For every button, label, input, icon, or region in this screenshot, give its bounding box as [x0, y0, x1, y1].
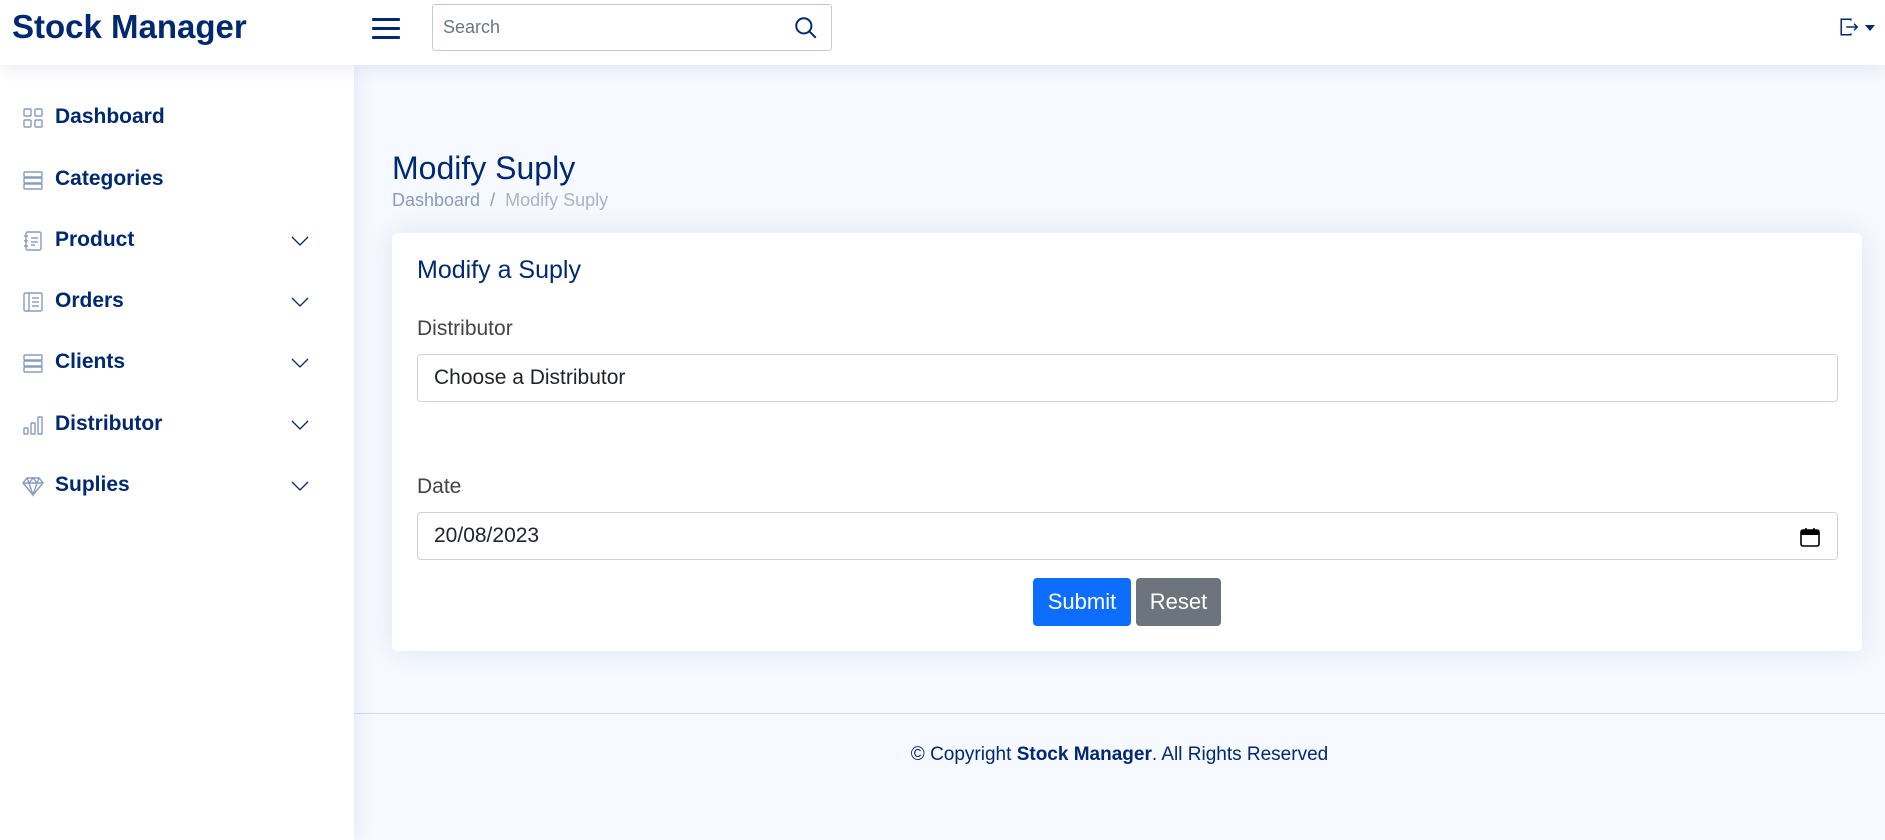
logout-icon: [1840, 18, 1859, 36]
top-header: Stock Manager: [0, 0, 1885, 65]
page-title: Modify Suply: [392, 150, 576, 186]
sidebar-item-distributor[interactable]: Distributor: [12, 401, 322, 447]
sidebar: Dashboard Categories Product Orders Clie…: [0, 65, 354, 840]
sidebar-item-categories[interactable]: Categories: [12, 156, 322, 202]
distributor-label: Distributor: [417, 317, 513, 340]
distributor-select[interactable]: Choose a Distributor: [417, 354, 1838, 402]
footer: © Copyright Stock Manager. All Rights Re…: [354, 713, 1885, 840]
journal-text-icon: [24, 231, 42, 251]
sidebar-item-label: Dashboard: [55, 105, 165, 128]
sidebar-item-label: Product: [55, 228, 135, 251]
chevron-down-icon: [291, 420, 309, 430]
account-dropdown[interactable]: [1838, 16, 1878, 40]
date-value: 20/08/2023: [434, 524, 540, 547]
breadcrumb-current: Modify Suply: [505, 190, 609, 210]
sidebar-item-label: Suplies: [55, 473, 130, 496]
breadcrumb: Dashboard / Modify Suply: [392, 189, 608, 211]
sidebar-item-label: Categories: [55, 167, 164, 190]
bar-chart-icon: [23, 416, 43, 435]
sidebar-item-label: Orders: [55, 289, 124, 312]
copyright-prefix: © Copyright: [910, 744, 1012, 765]
copyright-brand: Stock Manager: [1016, 744, 1152, 765]
breadcrumb-home-link[interactable]: Dashboard: [392, 190, 480, 210]
chevron-down-icon: [291, 297, 309, 307]
distributor-selected-value: Choose a Distributor: [434, 366, 626, 389]
search-icon: [795, 17, 817, 39]
card-title: Modify a Suply: [417, 256, 581, 284]
date-label: Date: [417, 475, 462, 498]
modify-suply-card: Modify a Suply Distributor Choose a Dist…: [392, 233, 1862, 651]
reset-button[interactable]: Reset: [1136, 578, 1221, 626]
search-button[interactable]: [793, 15, 819, 41]
chevron-down-icon: [291, 236, 309, 246]
sidebar-item-label: Clients: [55, 350, 126, 373]
gem-icon: [22, 476, 44, 497]
copyright-text: © Copyright Stock Manager. All Rights Re…: [354, 743, 1885, 767]
layout-text-icon: [23, 292, 43, 312]
sidebar-item-orders[interactable]: Orders: [12, 278, 322, 324]
hamburger-menu-icon[interactable]: [372, 14, 402, 42]
calendar-icon[interactable]: [1799, 526, 1821, 548]
sidebar-item-dashboard[interactable]: Dashboard: [12, 94, 322, 140]
app-logo[interactable]: Stock Manager: [12, 8, 247, 46]
search-input[interactable]: [433, 5, 783, 50]
sidebar-item-product[interactable]: Product: [12, 217, 322, 263]
search-form: [432, 4, 832, 51]
chevron-down-icon: [291, 358, 309, 368]
server-icon: [23, 354, 43, 373]
sidebar-item-label: Distributor: [55, 412, 163, 435]
submit-button[interactable]: Submit: [1033, 578, 1131, 626]
server-icon: [23, 171, 43, 190]
breadcrumb-separator: /: [490, 190, 496, 210]
sidebar-item-clients[interactable]: Clients: [12, 339, 322, 385]
date-input[interactable]: 20/08/2023: [417, 512, 1838, 560]
caret-down-icon: [1865, 25, 1875, 31]
sidebar-item-suplies[interactable]: Suplies: [12, 462, 322, 508]
copyright-suffix: . All Rights Reserved: [1151, 744, 1329, 765]
grid-icon: [23, 108, 43, 128]
chevron-down-icon: [291, 481, 309, 491]
